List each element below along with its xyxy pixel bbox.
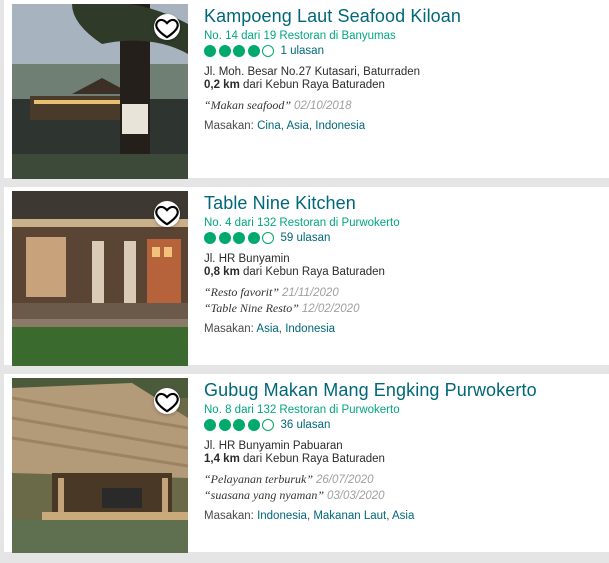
restaurant-rank: No. 14 dari 19 Restoran di Banyumas <box>204 30 396 42</box>
rating-bubble-filled <box>247 232 260 244</box>
restaurant-rank: No. 8 dari 132 Restoran di Purwokerto <box>204 404 400 416</box>
rating-bubble-filled <box>204 45 216 57</box>
rating[interactable]: 59 ulasan <box>204 232 603 244</box>
review-snippet-text: “Makan seafood” <box>204 98 291 112</box>
restaurant-info: Table Nine Kitchen No. 4 dari 132 Restor… <box>204 187 603 335</box>
review-snippet[interactable]: “suasana yang nyaman” 03/03/2020 <box>204 488 603 504</box>
review-snippets: “Resto favorit” 21/11/2020 “Table Nine Re… <box>204 285 603 317</box>
save-heart-button[interactable] <box>154 14 180 40</box>
rating-bubble-filled <box>247 45 260 57</box>
restaurant-name-link[interactable]: Kampoeng Laut Seafood Kiloan <box>204 6 603 27</box>
heart-icon <box>155 205 179 226</box>
restaurant-card[interactable]: Table Nine Kitchen No. 4 dari 132 Restor… <box>4 187 609 366</box>
rating-bubble-empty <box>262 45 274 57</box>
distance-text: dari Kebun Raya Baturaden <box>243 266 385 278</box>
heart-icon <box>155 392 179 413</box>
distance-value: 0,2 km <box>204 79 240 91</box>
restaurant-name-link[interactable]: Table Nine Kitchen <box>204 193 603 214</box>
restaurant-card[interactable]: Gubug Makan Mang Engking Purwokerto No. … <box>4 374 609 553</box>
heart-icon <box>155 18 179 39</box>
distance-value: 1,4 km <box>204 453 240 465</box>
cuisine-label: Masakan: <box>204 510 254 522</box>
review-count-link[interactable]: 36 ulasan <box>281 419 331 431</box>
cuisine-row: Masakan: Indonesia, Makanan Laut, Asia <box>204 510 415 522</box>
review-snippet-date: 03/03/2020 <box>327 490 385 502</box>
review-snippet-text: “suasana yang nyaman” <box>204 488 325 502</box>
restaurant-info: Gubug Makan Mang Engking Purwokerto No. … <box>204 374 603 522</box>
cuisine-label: Masakan: <box>204 323 254 335</box>
review-snippet[interactable]: “Resto favorit” 21/11/2020 <box>204 285 603 301</box>
cuisine-link[interactable]: Indonesia <box>285 323 335 335</box>
rating[interactable]: 1 ulasan <box>204 45 603 57</box>
review-snippets: “Makan seafood” 02/10/2018 <box>204 98 603 114</box>
cuisine-link[interactable]: Cina <box>257 120 281 132</box>
restaurant-list: Kampoeng Laut Seafood Kiloan No. 14 dari… <box>0 0 609 563</box>
review-snippets: “Pelayanan terburuk” 26/07/2020 “suasana … <box>204 472 603 504</box>
cuisine-row: Masakan: Asia, Indonesia <box>204 323 336 335</box>
restaurant-photo[interactable] <box>12 191 188 366</box>
review-snippet[interactable]: “Table Nine Resto” 12/02/2020 <box>204 301 603 317</box>
rating-bubble-filled <box>204 232 216 244</box>
rating-bubble-filled <box>247 419 260 431</box>
rating-bubble-filled <box>218 419 231 431</box>
cuisine-link[interactable]: Asia <box>392 510 414 522</box>
restaurant-address: Jl. HR Bunyamin Pabuaran <box>204 440 343 452</box>
distance-text: dari Kebun Raya Baturaden <box>243 453 385 465</box>
restaurant-info: Kampoeng Laut Seafood Kiloan No. 14 dari… <box>204 0 603 132</box>
distance: 0,2 km dari Kebun Raya Baturaden <box>204 79 603 92</box>
review-snippet-date: 12/02/2020 <box>301 303 360 315</box>
review-snippet[interactable]: “Makan seafood” 02/10/2018 <box>204 98 603 114</box>
rating-bubble-filled <box>233 45 245 57</box>
distance: 1,4 km dari Kebun Raya Baturaden <box>204 453 603 466</box>
distance-value: 0,8 km <box>204 266 240 278</box>
review-snippet-date: 21/11/2020 <box>282 287 339 299</box>
restaurant-photo[interactable] <box>12 378 188 553</box>
rating-bubble-filled <box>204 419 216 431</box>
review-count-link[interactable]: 1 ulasan <box>281 45 324 57</box>
review-snippet-text: “Table Nine Resto” <box>204 301 299 315</box>
rating-bubble-filled <box>218 45 231 57</box>
restaurant-photo[interactable] <box>12 4 188 179</box>
save-heart-button[interactable] <box>154 201 180 227</box>
cuisine-link[interactable]: Indonesia <box>315 120 365 132</box>
cuisine-link[interactable]: Indonesia <box>257 510 307 522</box>
restaurant-address: Jl. Moh. Besar No.27 Kutasari, Baturrade… <box>204 66 421 78</box>
cuisine-link[interactable]: Makanan Laut <box>313 510 386 522</box>
rating-bubble-empty <box>262 419 274 431</box>
cuisine-label: Masakan: <box>204 120 254 132</box>
review-snippet-date: 02/10/2018 <box>294 100 352 112</box>
rating-bubble-filled <box>233 232 245 244</box>
review-snippet[interactable]: “Pelayanan terburuk” 26/07/2020 <box>204 472 603 488</box>
restaurant-address: Jl. HR Bunyamin <box>204 253 290 265</box>
cuisine-link[interactable]: Asia <box>286 120 308 132</box>
cuisine-link[interactable]: Asia <box>256 323 278 335</box>
distance: 0,8 km dari Kebun Raya Baturaden <box>204 266 603 279</box>
rating-bubble-empty <box>262 232 274 244</box>
restaurant-name-link[interactable]: Gubug Makan Mang Engking Purwokerto <box>204 380 603 401</box>
distance-text: dari Kebun Raya Baturaden <box>243 79 385 91</box>
rating-bubble-filled <box>233 419 245 431</box>
save-heart-button[interactable] <box>154 388 180 414</box>
rating[interactable]: 36 ulasan <box>204 419 603 431</box>
review-count-link[interactable]: 59 ulasan <box>281 232 331 244</box>
rating-bubble-filled <box>218 232 231 244</box>
cuisine-row: Masakan: Cina, Asia, Indonesia <box>204 120 366 132</box>
restaurant-rank: No. 4 dari 132 Restoran di Purwokerto <box>204 217 400 229</box>
review-snippet-text: “Resto favorit” <box>204 285 280 299</box>
review-snippet-text: “Pelayanan terburuk” <box>204 472 313 486</box>
restaurant-card[interactable]: Kampoeng Laut Seafood Kiloan No. 14 dari… <box>4 0 609 179</box>
review-snippet-date: 26/07/2020 <box>316 474 374 486</box>
